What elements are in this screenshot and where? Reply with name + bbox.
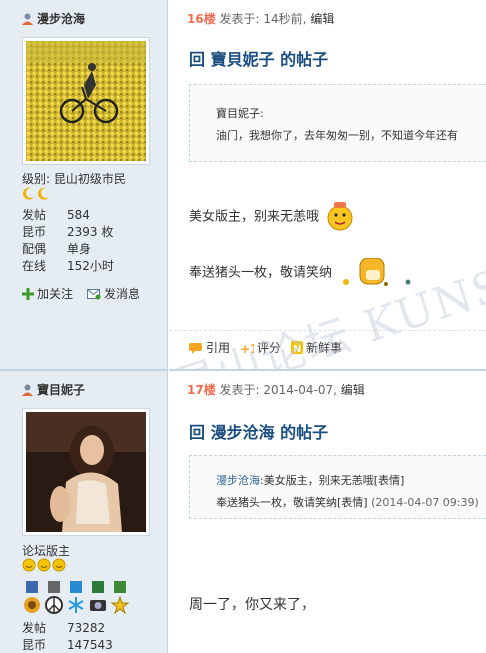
- stat-row: 在线 152小时: [22, 258, 162, 275]
- level-suns: [22, 558, 66, 572]
- message-line: 美女版主，别来无恙哦: [189, 200, 355, 234]
- stat-value: 2393 枚: [67, 225, 114, 239]
- envelope-icon: [87, 288, 101, 299]
- pig-head-emoticon-icon: [343, 257, 411, 286]
- snowflake-medal-icon[interactable]: [66, 581, 86, 615]
- moon-icon: [38, 187, 49, 200]
- edit-link[interactable]: 编辑: [310, 12, 334, 26]
- post-title: 回 漫步沧海 的帖子: [189, 423, 329, 442]
- stat-value: 单身: [67, 242, 92, 256]
- avatar[interactable]: [22, 37, 150, 165]
- quote-time: (2014-04-07 09:39): [371, 496, 479, 509]
- post-title: 回 寶貝妮子 的帖子: [189, 50, 329, 69]
- footer-actions: 引用 +1 评分 N 新鲜事: [189, 339, 342, 356]
- message-text: 周一了，你又来了，: [189, 597, 315, 613]
- quote-text: 油门，我想你了，去年匆匆一别，不知道今年还有: [216, 129, 458, 142]
- plus-one-icon: +1: [240, 342, 254, 355]
- sun-icon: [52, 558, 66, 572]
- moon-icon: [23, 187, 34, 200]
- stat-label: 发帖: [22, 621, 47, 635]
- author-sidebar: 寶目妮子 论坛版主 发帖 73282 昆币 147543: [0, 369, 168, 653]
- quote-button[interactable]: 引用: [189, 339, 230, 356]
- stat-value: 147543: [67, 638, 113, 652]
- stat-label: 发帖: [22, 208, 47, 222]
- camera-medal-icon[interactable]: [88, 581, 108, 615]
- stat-row: 昆币 2393 枚: [22, 224, 162, 241]
- follow-label: 加关注: [37, 287, 74, 301]
- svg-text:+1: +1: [240, 342, 254, 355]
- author-sidebar: 漫步沧海 级别: 昆山初级市民 发帖 584 昆币 2393 枚 配偶 单身 在…: [0, 0, 168, 369]
- message-label: 发消息: [104, 287, 141, 301]
- rate-button[interactable]: +1 评分: [240, 339, 281, 356]
- author-name[interactable]: 寶目妮子: [37, 381, 85, 398]
- quote-block: 漫步沧海:美女版主，别来无恙哦[表情] 奉送猪头一枚，敬请笑纳[表情] (201…: [189, 455, 486, 519]
- meta-separator: ,: [333, 383, 341, 397]
- user-role: 论坛版主: [22, 544, 71, 558]
- fresh-button[interactable]: N 新鲜事: [291, 339, 342, 356]
- svg-text:N: N: [293, 344, 301, 354]
- stat-label: 昆币: [22, 225, 47, 239]
- post-content: 17楼 发表于: 2014-04-07, 编辑 回 漫步沧海 的帖子 漫步沧海:…: [169, 369, 486, 653]
- message-text: 奉送猪头一枚，敬请笑纳: [189, 265, 333, 281]
- quote-line-2: 奉送猪头一枚，敬请笑纳[表情] (2014-04-07 09:39): [216, 494, 479, 510]
- post-content: 16楼 发表于: 14秒前, 编辑 回 寶貝妮子 的帖子 寶目妮子: 油门，我想…: [169, 0, 486, 369]
- author-actions: 加关注 发消息: [22, 285, 140, 302]
- avatar-image: [26, 412, 146, 532]
- news-icon: N: [291, 341, 304, 354]
- quote-line-1: 漫步沧海:美女版主，别来无恙哦[表情]: [216, 472, 404, 488]
- user-icon: [22, 384, 33, 396]
- post-17: 寶目妮子 论坛版主 发帖 73282 昆币 147543 17楼 发表于: 20…: [0, 369, 486, 653]
- post-time: 发表于: 2014-04-07: [219, 383, 334, 397]
- author-name-row[interactable]: 寶目妮子: [22, 381, 85, 398]
- sun-icon: [37, 558, 51, 572]
- author-name-row[interactable]: 漫步沧海: [22, 10, 85, 27]
- sun-icon: [22, 558, 36, 572]
- post-footer: 引用 +1 评分 N 新鲜事: [169, 330, 486, 369]
- quote-block: 寶目妮子: 油门，我想你了，去年匆匆一别，不知道今年还有: [189, 84, 486, 162]
- author-name[interactable]: 漫步沧海: [37, 10, 85, 27]
- post-meta: 16楼 发表于: 14秒前, 编辑: [187, 10, 334, 27]
- avatar[interactable]: [22, 408, 150, 536]
- floor-number[interactable]: 17楼: [187, 383, 216, 397]
- user-icon: [22, 13, 33, 25]
- peace-medal-icon[interactable]: [44, 581, 64, 615]
- stat-label: 配偶: [22, 242, 47, 256]
- floor-number[interactable]: 16楼: [187, 12, 216, 26]
- quote-author-link[interactable]: 漫步沧海: [216, 474, 260, 487]
- user-stats: 发帖 73282 昆币 147543: [22, 620, 162, 653]
- stat-row: 昆币 147543: [22, 637, 162, 653]
- quote-text: :美女版主，别来无恙哦[表情]: [260, 474, 405, 487]
- user-stats: 发帖 584 昆币 2393 枚 配偶 单身 在线 152小时: [22, 207, 162, 275]
- post-meta: 17楼 发表于: 2014-04-07, 编辑: [187, 381, 365, 398]
- stat-row: 发帖 584: [22, 207, 162, 224]
- message-line: 奉送猪头一枚，敬请笑纳: [189, 257, 420, 288]
- post-16: 漫步沧海 级别: 昆山初级市民 发帖 584 昆币 2393 枚 配偶 单身 在…: [0, 0, 486, 369]
- avatar-image: [26, 41, 146, 161]
- stat-value: 73282: [67, 621, 106, 635]
- smiley-emoticon-icon: [327, 202, 353, 231]
- stat-label: 在线: [22, 259, 47, 273]
- fresh-label: 新鲜事: [306, 341, 343, 355]
- medal-list: [22, 581, 130, 615]
- quote-icon: [189, 342, 202, 354]
- stat-value: 584: [67, 208, 90, 222]
- message-button[interactable]: 发消息: [87, 285, 140, 302]
- level-moons: [22, 186, 51, 200]
- post-time: 发表于: 14秒前: [219, 12, 303, 26]
- stat-label: 昆币: [22, 638, 47, 652]
- quote-author: 寶目妮子:: [216, 107, 264, 120]
- user-level: 级别: 昆山初级市民: [22, 172, 126, 186]
- stat-value: 152小时: [67, 259, 114, 273]
- plus-icon: [22, 287, 34, 300]
- quote-label: 引用: [206, 341, 231, 355]
- star-medal-icon[interactable]: [110, 581, 130, 615]
- follow-button[interactable]: 加关注: [22, 285, 73, 302]
- stat-row: 配偶 单身: [22, 241, 162, 258]
- sunflower-medal-icon[interactable]: [22, 581, 42, 615]
- edit-link[interactable]: 编辑: [341, 383, 365, 397]
- message-text: 美女版主，别来无恙哦: [189, 209, 320, 225]
- rate-label: 评分: [257, 341, 282, 355]
- quote-text: 奉送猪头一枚，敬请笑纳[表情]: [216, 496, 368, 509]
- stat-row: 发帖 73282: [22, 620, 162, 637]
